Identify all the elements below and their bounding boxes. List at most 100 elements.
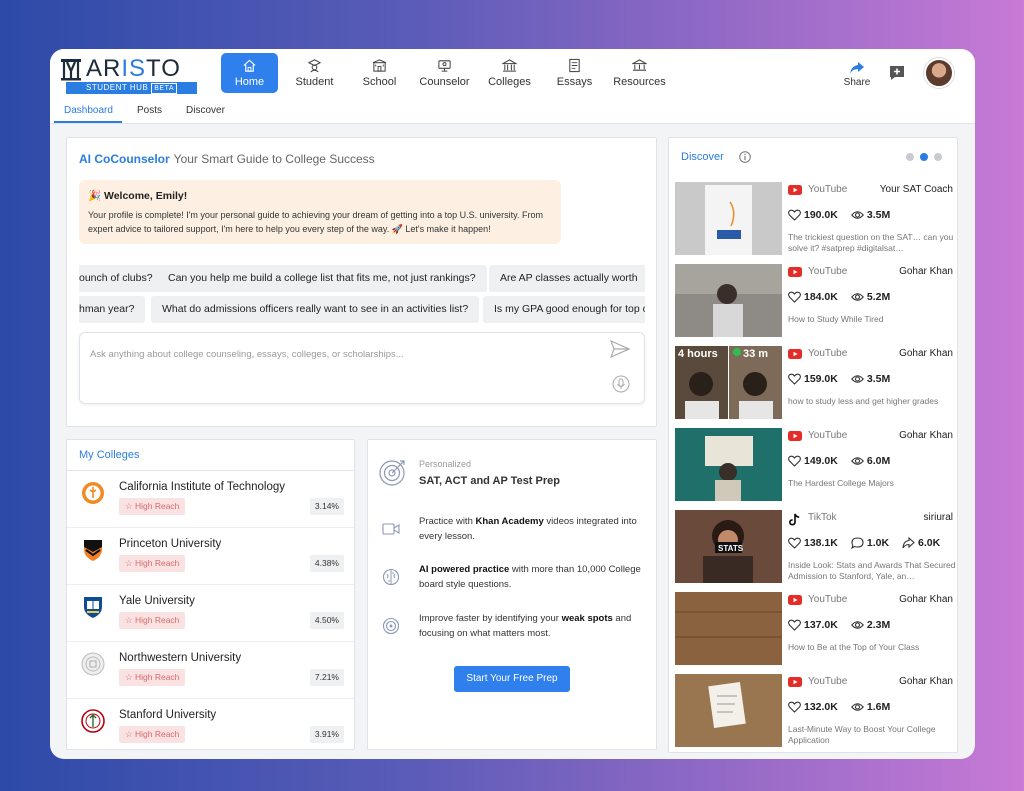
video-source: TikTok <box>808 512 837 523</box>
video-source: YouTube <box>808 184 848 195</box>
video-card[interactable]: YouTube Your SAT Coach 190.0K 3.5M The t… <box>675 182 955 262</box>
logo[interactable]: ARISTO STUDENT HUB BETA <box>58 55 218 95</box>
nav-counselor[interactable]: Counselor <box>412 53 477 93</box>
video-channel: Gohar Khan <box>899 266 953 277</box>
suggestion-chip[interactable]: Is my GPA good enough for top c <box>483 296 645 323</box>
share-button[interactable]: Share <box>840 61 874 88</box>
prep-feature-ai-practice: AI powered practice with more than 10,00… <box>419 564 641 590</box>
prep-kicker: Personalized <box>419 459 472 469</box>
video-description: How to Study While Tired <box>788 314 884 324</box>
princeton-shield-icon <box>84 540 102 561</box>
carousel-dots <box>906 153 946 162</box>
heart-icon <box>788 537 801 549</box>
video-stats: 159.0K 3.5M <box>788 373 903 385</box>
info-icon[interactable] <box>739 151 751 163</box>
tab-dashboard[interactable]: Dashboard <box>64 105 113 116</box>
video-camera-icon <box>382 523 400 535</box>
video-thumbnail <box>675 428 782 501</box>
eye-icon <box>850 293 864 301</box>
college-name: California Institute of Technology <box>119 481 285 493</box>
video-channel: Gohar Khan <box>899 594 953 605</box>
nav-home[interactable]: Home <box>221 53 278 93</box>
video-card[interactable]: YouTube Gohar Khan 184.0K 5.2M How to St… <box>675 264 955 344</box>
video-card[interactable]: 4 hours 33 m YouTube Gohar Khan 159.0K 3… <box>675 346 955 426</box>
nav-colleges[interactable]: Colleges <box>477 53 542 93</box>
aristo-logo-icon <box>61 59 81 81</box>
video-description: Inside Look: Stats and Awards That Secur… <box>788 560 956 581</box>
avatar[interactable] <box>924 58 954 88</box>
heart-icon <box>788 619 801 631</box>
college-name: Northwestern University <box>119 652 242 664</box>
college-row[interactable]: Princeton University ☆ High Reach 4.38% <box>67 528 354 585</box>
school-icon <box>372 59 387 72</box>
tab-posts[interactable]: Posts <box>137 105 162 116</box>
carousel-dot[interactable] <box>920 153 928 161</box>
suggestion-chips-row-1: ounch of clubs? Can you help me build a … <box>79 265 645 293</box>
carousel-dot[interactable] <box>906 153 914 161</box>
ask-input[interactable] <box>90 349 600 360</box>
colleges-icon <box>502 59 517 72</box>
video-card[interactable]: YouTube Gohar Khan 132.0K 1.6M Last-Minu… <box>675 674 955 752</box>
main-nav: Home Student School Counselor Colleges E… <box>221 53 672 95</box>
reach-badge: ☆ High Reach <box>119 669 186 686</box>
video-stats: 190.0K 3.5M <box>788 209 903 221</box>
college-row[interactable]: California Institute of Technology ☆ Hig… <box>67 471 354 528</box>
video-source: YouTube <box>808 430 848 441</box>
comment-icon <box>850 537 864 549</box>
yale-shield-icon <box>84 597 102 618</box>
video-card[interactable]: YouTube Gohar Khan 149.0K 6.0M The Harde… <box>675 428 955 508</box>
video-description: The trickiest question on the SAT… can y… <box>788 232 954 253</box>
video-stats: 149.0K 6.0M <box>788 455 903 467</box>
video-card[interactable]: STATS TikTok siriural 138.1K 1.0K 6.0K I… <box>675 510 955 590</box>
nav-student[interactable]: Student <box>282 53 347 93</box>
video-source: YouTube <box>808 676 848 687</box>
suggestion-chip[interactable]: hman year? <box>79 296 146 323</box>
carousel-dot[interactable] <box>934 153 942 161</box>
app-window: ARISTO STUDENT HUB BETA Home Student Scho… <box>50 49 975 759</box>
reach-badge: ☆ High Reach <box>119 555 186 572</box>
suggestion-chip[interactable]: ounch of clubs? <box>79 265 164 292</box>
northwestern-seal-icon <box>81 652 105 676</box>
nav-resources[interactable]: Resources <box>607 53 672 93</box>
start-free-prep-button[interactable]: Start Your Free Prep <box>454 666 570 692</box>
tab-discover[interactable]: Discover <box>186 105 225 116</box>
thumbnail-captions: 4 hours 33 m <box>678 348 768 360</box>
acceptance-rate: 4.38% <box>309 555 344 572</box>
video-stats: 132.0K 1.6M <box>788 701 903 713</box>
share-icon <box>902 537 915 549</box>
college-row[interactable]: Northwestern University ☆ High Reach 7.2… <box>67 642 354 699</box>
feedback-icon[interactable] <box>888 64 906 82</box>
college-row[interactable]: Yale University ☆ High Reach 4.50% <box>67 585 354 642</box>
ai-panel-title: AI CoCounselor Your Smart Guide to Colleg… <box>79 152 375 166</box>
graduate-icon <box>307 59 322 73</box>
eye-icon <box>850 211 864 219</box>
nav-essays[interactable]: Essays <box>542 53 607 93</box>
college-row[interactable]: Stanford University ☆ High Reach 3.91% <box>67 699 354 749</box>
nav-school[interactable]: School <box>347 53 412 93</box>
brain-icon <box>382 568 400 586</box>
video-thumbnail <box>675 674 782 747</box>
brand-name: ARISTO <box>86 55 181 82</box>
acceptance-rate: 3.14% <box>309 498 344 515</box>
reach-badge: ☆ High Reach <box>119 498 186 515</box>
video-source: YouTube <box>808 594 848 605</box>
youtube-icon <box>788 431 802 441</box>
ai-cocounselor-panel: AI CoCounselor Your Smart Guide to Colleg… <box>66 137 657 427</box>
suggestion-chips-row-2: hman year? What do admissions officers r… <box>79 296 645 324</box>
thumbnail-caption-stats: STATS <box>718 544 744 553</box>
suggestion-chip[interactable]: Can you help me build a college list tha… <box>157 265 487 292</box>
eye-icon <box>850 375 864 383</box>
thumbnail-caption: STATS <box>715 542 744 553</box>
video-card[interactable]: YouTube Gohar Khan 137.0K 2.3M How to Be… <box>675 592 955 672</box>
my-colleges-panel: My Colleges California Institute of Tech… <box>66 439 355 750</box>
video-description: How to Be at the Top of Your Class <box>788 642 920 652</box>
send-icon[interactable] <box>610 340 630 358</box>
beta-tag: BETA <box>151 83 177 94</box>
microphone-icon[interactable] <box>612 375 630 393</box>
test-prep-panel: Personalized SAT, ACT and AP Test Prep P… <box>367 439 657 750</box>
video-description: Last-Minute Way to Boost Your College Ap… <box>788 724 936 745</box>
suggestion-chip[interactable]: What do admissions officers really want … <box>151 296 480 323</box>
video-channel: Your SAT Coach <box>879 184 953 195</box>
suggestion-chip[interactable]: Are AP classes actually worth <box>489 265 645 292</box>
bullseye-icon <box>382 617 400 635</box>
